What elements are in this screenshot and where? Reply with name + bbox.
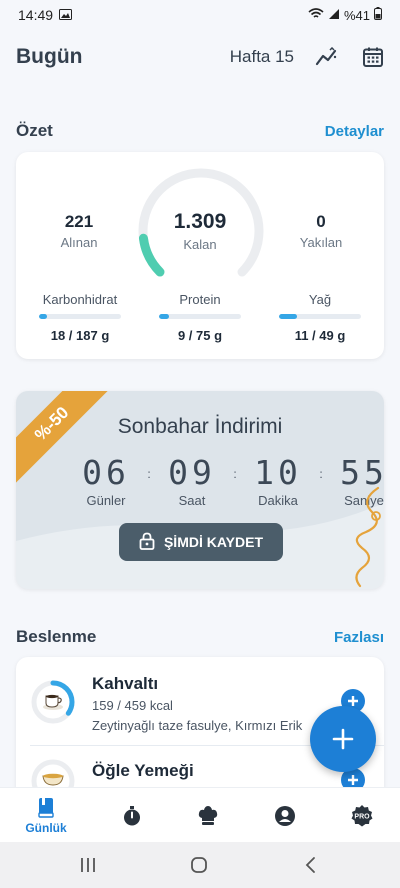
summary-card: 221 Alınan 1.309 Kalan 0 Yakılan Karbonh… [16, 152, 384, 359]
burned-label: Yakılan [299, 235, 343, 250]
calendar-icon[interactable] [360, 44, 386, 70]
save-now-button[interactable]: ŞİMDİ KAYDET [119, 523, 283, 561]
plus-icon [348, 696, 358, 706]
macro-protein: Protein 9 / 75 g [155, 292, 245, 343]
countdown-value: 09 [168, 453, 216, 492]
countdown-label: Dakika [258, 493, 298, 508]
eaten-value: 221 [64, 212, 94, 231]
eaten-stat: 221 Alınan [29, 212, 129, 250]
countdown-value: 06 [82, 453, 130, 492]
pro-badge-icon: PRO [351, 804, 373, 826]
status-bar: 14:49 %41 [0, 0, 400, 30]
back-icon[interactable] [299, 854, 323, 876]
promo-banner[interactable]: %-50 Sonbahar İndirimi 06 Günler : 09 Sa… [16, 391, 384, 589]
burned-value: 0 [316, 212, 326, 231]
lock-icon [139, 532, 155, 553]
svg-text:PRO: PRO [354, 813, 370, 820]
nav-daily[interactable]: Günlük [6, 788, 86, 843]
meal-calories: 159 / 459 kcal [92, 698, 173, 713]
nutrition-section-header: Beslenme Fazlası [16, 627, 384, 647]
recent-apps-icon[interactable] [76, 854, 100, 876]
diary-book-icon [38, 797, 54, 818]
macro-bar [279, 314, 361, 319]
nav-fasting[interactable] [92, 788, 172, 843]
plus-icon [332, 728, 354, 750]
nav-profile[interactable] [245, 788, 325, 843]
countdown-separator: : [147, 467, 151, 481]
nav-daily-label: Günlük [25, 820, 67, 835]
week-selector[interactable]: Hafta 15 [230, 47, 294, 67]
page-title: Bugün [16, 45, 83, 68]
system-navigation-bar [0, 842, 400, 888]
macro-value: 9 / 75 g [177, 328, 223, 343]
status-time: 14:49 [18, 7, 54, 23]
more-link[interactable]: Fazlası [334, 629, 384, 646]
remaining-label: Kalan [183, 237, 217, 252]
wifi-icon [308, 7, 324, 23]
countdown-label: Günler [86, 493, 126, 508]
eaten-label: Alınan [60, 235, 98, 250]
macro-bar-fill [39, 314, 48, 319]
countdown-separator: : [233, 467, 237, 481]
add-entry-fab[interactable] [310, 706, 376, 772]
trend-chart-icon[interactable] [314, 44, 340, 70]
macro-name: Protein [179, 292, 221, 307]
macro-value: 18 / 187 g [50, 328, 110, 343]
app-header: Bugün Hafta 15 [16, 38, 386, 76]
nutrition-title: Beslenme [16, 627, 97, 646]
macro-bar-fill [159, 314, 169, 319]
meal-title: Öğle Yemeği [92, 761, 194, 780]
details-link[interactable]: Detaylar [325, 123, 384, 140]
countdown-separator: : [319, 467, 323, 481]
countdown-timer: 06 Günler : 09 Saat : 10 Dakika : 55 San… [70, 453, 384, 508]
summary-title: Özet [16, 121, 53, 140]
remaining-value: 1.309 [173, 210, 227, 233]
nav-pro[interactable]: PRO [322, 788, 400, 843]
macro-bar [39, 314, 121, 319]
macro-bar-fill [279, 314, 298, 319]
bottom-navigation: Günlük PRO [0, 787, 400, 842]
save-now-label: ŞİMDİ KAYDET [163, 534, 264, 550]
countdown-minutes: 10 Dakika [242, 453, 314, 508]
macro-fat: Yağ 11 / 49 g [275, 292, 365, 343]
coffee-cup-icon [41, 690, 65, 717]
decorative-squiggle [355, 486, 381, 588]
countdown-label: Saat [178, 493, 206, 508]
home-icon[interactable] [187, 854, 211, 876]
stopwatch-icon [124, 805, 140, 825]
summary-section-header: Özet Detaylar [16, 121, 384, 141]
burned-stat: 0 Yakılan [271, 212, 371, 250]
battery-icon [374, 7, 382, 23]
meal-foods: Zeytinyağlı taze fasulye, Kırmızı Erik [92, 718, 303, 733]
macro-carbs: Karbonhidrat 18 / 187 g [35, 292, 125, 343]
chef-hat-icon [198, 805, 218, 825]
nav-recipes[interactable] [168, 788, 248, 843]
macro-bar [159, 314, 241, 319]
promo-title: Sonbahar İndirimi [117, 415, 283, 438]
battery-text: %41 [343, 7, 370, 23]
countdown-hours: 09 Saat [156, 453, 228, 508]
plus-icon [348, 775, 358, 785]
profile-icon [275, 805, 295, 826]
countdown-days: 06 Günler [70, 453, 142, 508]
macro-name: Karbonhidrat [42, 292, 118, 307]
remaining-stat: 1.309 Kalan [150, 210, 250, 252]
macro-value: 11 / 49 g [294, 328, 346, 343]
gallery-notification-icon [59, 7, 73, 23]
countdown-value: 10 [254, 453, 302, 492]
macro-name: Yağ [308, 292, 332, 307]
meal-title: Kahvaltı [92, 674, 159, 693]
signal-icon [328, 8, 340, 23]
